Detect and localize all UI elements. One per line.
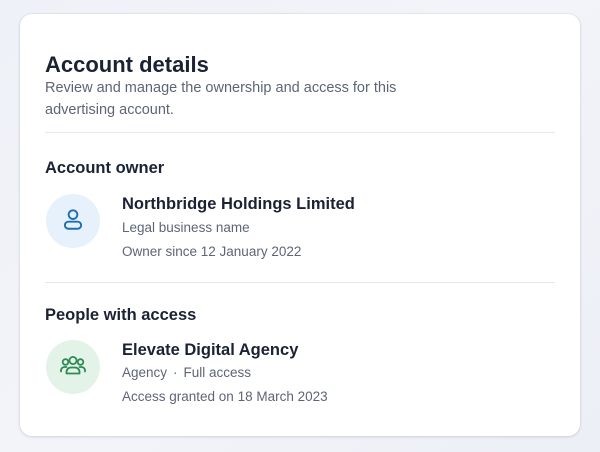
card-title: Account details	[45, 52, 209, 77]
owner-avatar	[46, 194, 100, 248]
access-avatar	[46, 340, 100, 394]
owner-name: Northbridge Holdings Limited	[122, 195, 355, 213]
account-details-card: Account details Review and manage the ow…	[20, 14, 580, 436]
separator-dot: ·	[173, 365, 178, 380]
access-level: Full access	[183, 365, 252, 380]
owner-since: Owner since 12 January 2022	[122, 244, 302, 259]
people-with-access-heading: People with access	[45, 306, 197, 324]
card-subtitle: Review and manage the ownership and acce…	[45, 80, 397, 118]
divider	[45, 282, 555, 283]
owner-type: Legal business name	[122, 220, 250, 235]
users-group-icon	[58, 350, 88, 385]
account-owner-heading: Account owner	[45, 159, 165, 177]
access-role: Agency	[122, 365, 168, 380]
user-icon	[60, 206, 86, 237]
access-entity-name: Elevate Digital Agency	[122, 341, 299, 359]
divider	[45, 132, 555, 133]
access-granted-date: Access granted on 18 March 2023	[122, 389, 328, 404]
access-role-line: Agency · Full access	[122, 366, 251, 380]
